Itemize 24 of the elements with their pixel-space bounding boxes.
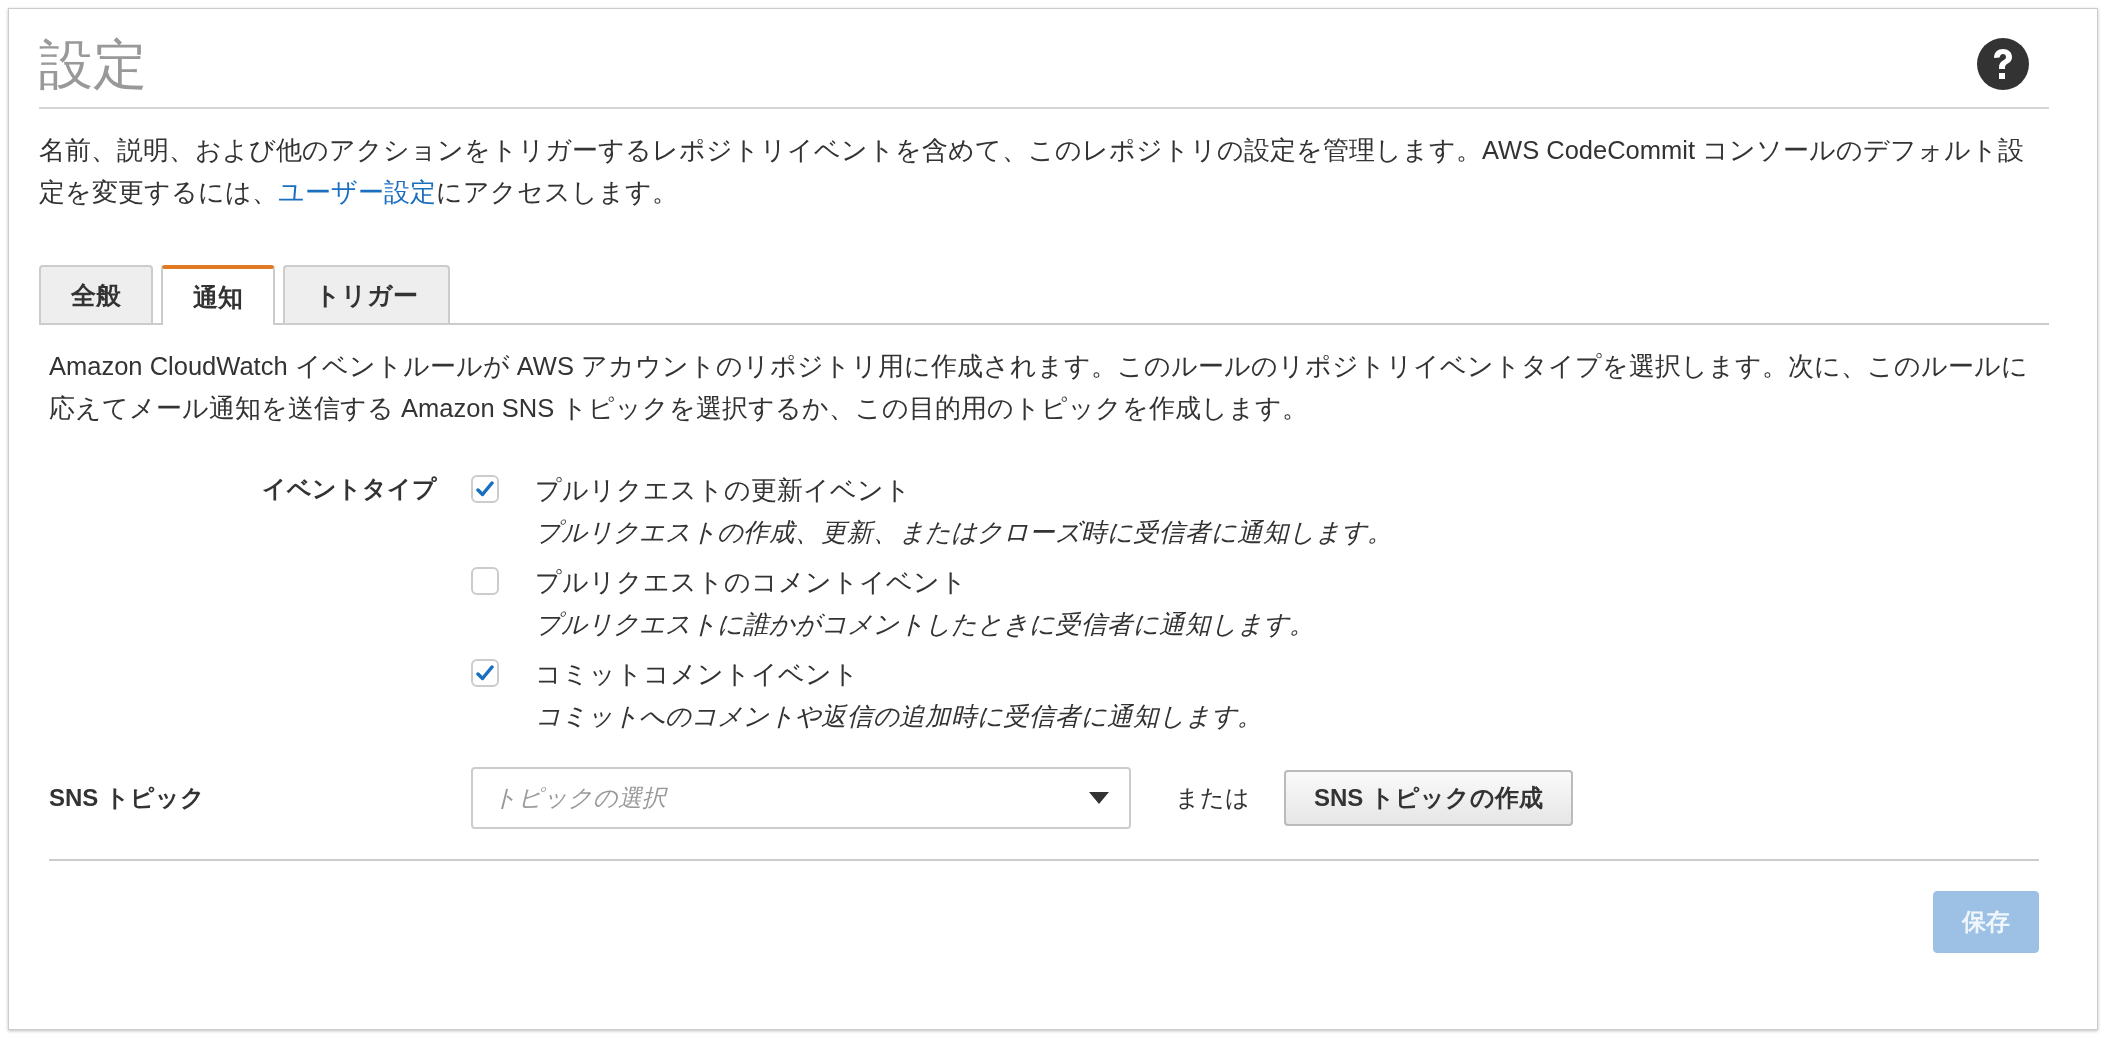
checkbox[interactable]	[471, 659, 499, 688]
user-settings-link[interactable]: ユーザー設定	[278, 178, 436, 207]
option-hint: コミットへのコメントや返信の追加時に受信者に通知します。	[535, 701, 1263, 733]
checkbox-label: コミットコメントイベント	[535, 659, 860, 691]
page-title: 設定	[39, 33, 147, 96]
field-label: SNS トピック	[49, 783, 205, 814]
checkbox[interactable]	[471, 475, 499, 504]
checkbox-label: プルリクエストのコメントイベント	[535, 567, 968, 599]
intro-text: Amazon CloudWatch イベントルールが AWS アカウントのリポジトリ用に作成されます。このルールのリポジトリイベントタイプを選択します。次に、このルールに応えてメール通知を送信する Amazon SNS トピックを選択するか、この目的用のトピックを作成します。	[49, 351, 2029, 425]
checkbox[interactable]	[471, 567, 499, 596]
or-text: または	[1175, 783, 1250, 814]
description-text: 名前、説明、および他のアクションをトリガーするレポジトリイベントを含めて、このレポジトリの設定を管理します。AWS CodeCommit コンソールのデフォルト設定を変更するには、ユーザー設定にアクセスします。	[39, 135, 2026, 209]
tab[interactable]: トリガー	[283, 265, 450, 324]
option-hint: プルリクエストに誰かがコメントしたときに受信者に通知します。	[535, 609, 1315, 641]
option-hint: プルリクエストの作成、更新、またはクローズ時に受信者に通知します。	[535, 517, 1393, 549]
create-topic-button[interactable]: SNS トピックの作成	[1284, 770, 1573, 827]
help-icon[interactable]	[1977, 38, 2029, 91]
checkbox-label: プルリクエストの更新イベント	[535, 475, 912, 507]
check-icon	[476, 481, 494, 498]
field-label: イベントタイプ	[261, 474, 437, 505]
tab[interactable]: 全般	[39, 265, 153, 324]
caret-icon	[1089, 792, 1109, 805]
tab[interactable]: 通知	[161, 265, 275, 326]
check-icon	[476, 665, 494, 682]
